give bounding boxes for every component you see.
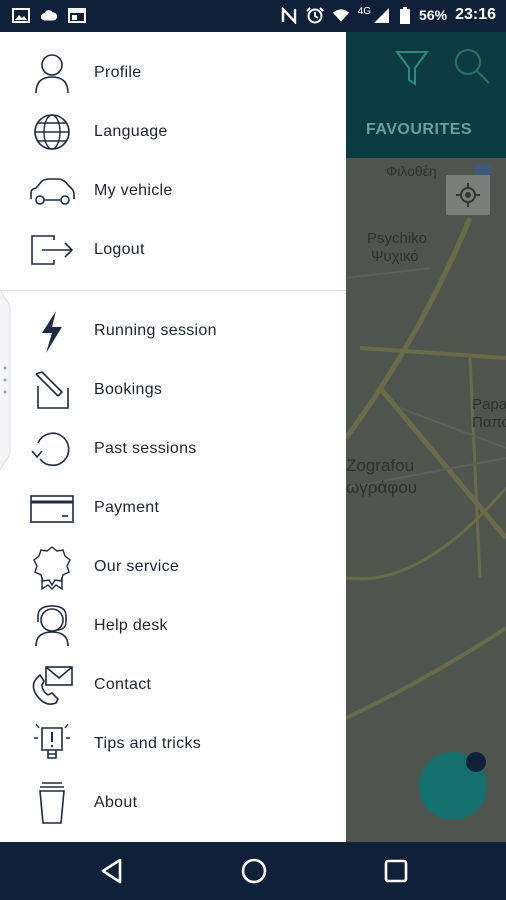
menu-label: Language xyxy=(94,122,168,140)
cup-icon xyxy=(39,781,65,824)
system-nav-bar xyxy=(0,842,506,900)
menu-label: Help desk xyxy=(94,616,168,634)
image-icon xyxy=(12,8,30,23)
alarm-icon xyxy=(305,6,324,23)
menu-item-about[interactable]: About xyxy=(0,773,346,832)
map-label-filothei: Φιλοθέη xyxy=(386,163,437,179)
clock: 23:16 xyxy=(455,6,496,23)
history-icon xyxy=(31,431,70,466)
car-icon xyxy=(30,177,75,205)
menu-label: Profile xyxy=(94,63,142,81)
fab-badge xyxy=(466,752,486,772)
menu-item-bookings[interactable]: Bookings xyxy=(0,360,346,419)
filter-icon[interactable] xyxy=(395,50,429,86)
menu-label: Logout xyxy=(94,240,145,258)
network-type: 4G xyxy=(357,5,372,17)
helpdesk-icon xyxy=(35,604,69,646)
menu-item-my-vehicle[interactable]: My vehicle xyxy=(0,161,346,220)
cloud-icon xyxy=(40,10,58,21)
menu-label: Payment xyxy=(94,498,160,516)
recents-icon[interactable] xyxy=(382,857,410,885)
crosshair-icon xyxy=(456,183,480,207)
map-label-zografou-greek: ωγράφου xyxy=(346,478,418,497)
battery-icon xyxy=(400,6,411,24)
globe-icon xyxy=(34,113,70,150)
status-bar: 4G 56% 23:16 xyxy=(0,0,506,32)
map-label-psychiko: Psychiko xyxy=(367,230,428,247)
menu-label: My vehicle xyxy=(94,181,173,199)
map-label-papagou: Papa xyxy=(472,396,506,413)
menu-item-past-sessions[interactable]: Past sessions xyxy=(0,419,346,478)
menu-item-language[interactable]: Language xyxy=(0,102,346,161)
menu-item-our-service[interactable]: Our service xyxy=(0,537,346,596)
booking-icon xyxy=(35,370,69,409)
menu-item-help-desk[interactable]: Help desk xyxy=(0,596,346,655)
menu-label: Running session xyxy=(94,321,217,339)
navigation-drawer: Profile Language My vehicle Logout Runni… xyxy=(0,32,346,842)
battery-percent: 56% xyxy=(419,7,448,23)
menu-item-logout[interactable]: Logout xyxy=(0,220,346,279)
menu-label: Our service xyxy=(94,557,180,575)
wifi-icon xyxy=(332,8,349,22)
back-icon[interactable] xyxy=(98,857,126,885)
menu-item-tips-and-tricks[interactable]: Tips and tricks xyxy=(0,714,346,773)
lightning-icon xyxy=(42,310,62,353)
nfc-icon xyxy=(281,6,296,24)
tab-favourites[interactable]: FAVOURITES xyxy=(366,121,472,139)
map-label-papagou-greek: Παπα xyxy=(472,414,506,431)
menu-item-profile[interactable]: Profile xyxy=(0,43,346,102)
signal-icon xyxy=(374,7,390,23)
profile-icon xyxy=(35,53,69,93)
badge-icon xyxy=(33,545,71,590)
card-icon xyxy=(30,494,74,523)
logout-icon xyxy=(31,234,74,265)
search-icon[interactable] xyxy=(452,46,492,86)
locate-button[interactable] xyxy=(446,175,490,215)
menu-label: Bookings xyxy=(94,380,163,398)
menu-item-running-session[interactable]: Running session xyxy=(0,301,346,360)
menu-item-contact[interactable]: Contact xyxy=(0,655,346,714)
map-label-zografou: Zografou xyxy=(346,456,415,475)
home-icon[interactable] xyxy=(240,857,268,885)
menu-divider xyxy=(0,290,346,291)
menu-label: Contact xyxy=(94,675,152,693)
menu-label: Past sessions xyxy=(94,439,197,457)
window-icon xyxy=(68,8,86,23)
menu-item-payment[interactable]: Payment xyxy=(0,478,346,537)
map-label-psychiko-greek: Ψυχικό xyxy=(371,248,419,265)
lightbulb-icon xyxy=(34,723,70,759)
menu-label: Tips and tricks xyxy=(94,734,202,752)
menu-label: About xyxy=(94,793,138,811)
contact-icon xyxy=(32,665,73,705)
